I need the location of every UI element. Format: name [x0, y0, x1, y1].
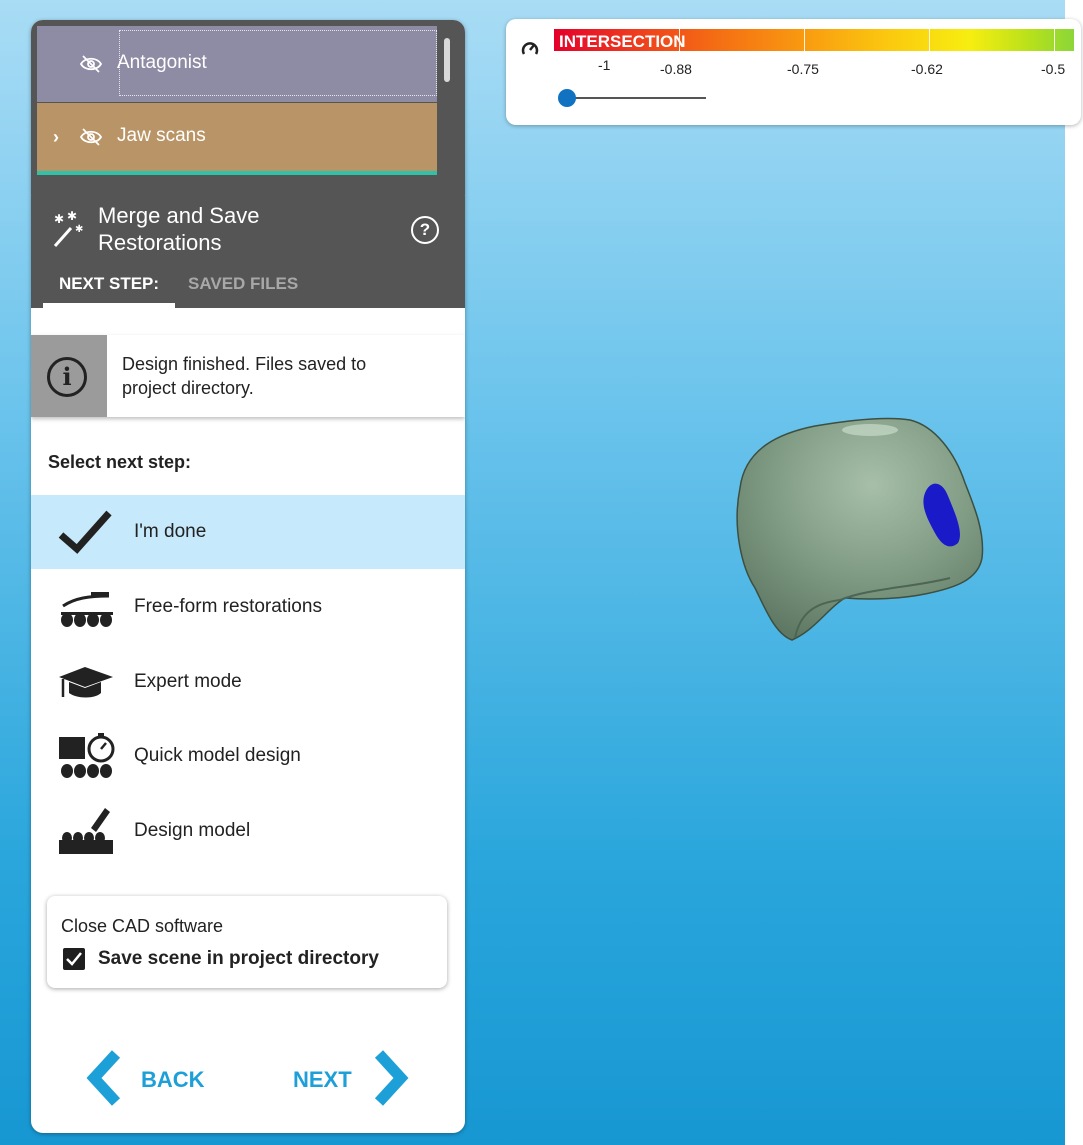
layer-label: Antagonist — [117, 52, 207, 73]
info-icon-background: i — [31, 335, 107, 417]
chevron-right-icon — [374, 1050, 409, 1106]
step-title-line: Restorations — [98, 230, 222, 255]
stopwatch-model-icon — [59, 733, 115, 778]
pen-model-icon — [59, 808, 113, 854]
save-scene-checkbox[interactable] — [63, 948, 85, 970]
back-label: BACK — [141, 1067, 205, 1092]
active-tab-indicator — [43, 303, 175, 309]
close-cad-card: Close CAD software Save scene in project… — [47, 896, 447, 988]
option-free-form-restorations[interactable]: Free-form restorations — [31, 570, 465, 644]
step-header: ✱ ✱ ✱ Merge and Save Restorations ? NEXT… — [31, 184, 465, 308]
step-title-line: Merge and Save — [98, 203, 260, 228]
close-cad-title: Close CAD software — [61, 916, 224, 936]
info-message: i Design finished. Files saved to projec… — [31, 335, 465, 417]
svg-text:✱: ✱ — [75, 224, 83, 235]
threshold-slider-handle[interactable] — [558, 89, 576, 107]
option-label: Design model — [134, 820, 251, 841]
save-scene-label[interactable]: Save scene in project directory — [98, 948, 379, 970]
help-icon[interactable]: ? — [411, 216, 439, 244]
option-design-model[interactable]: Design model — [31, 794, 465, 868]
threshold-slider-track[interactable] — [566, 97, 706, 99]
next-label: NEXT — [293, 1067, 352, 1092]
option-label: I'm done — [134, 521, 207, 542]
tick-label: -0.62 — [911, 61, 943, 77]
tick-label: -1 — [598, 57, 611, 73]
svg-text:✱: ✱ — [67, 210, 77, 223]
info-text: Design finished. Files saved to project … — [122, 354, 367, 398]
layer-item-antagonist[interactable]: Antagonist — [37, 26, 437, 102]
gauge-icon — [521, 42, 539, 55]
svg-text:✱: ✱ — [54, 212, 64, 226]
magic-wand-icon: ✱ ✱ ✱ — [53, 210, 83, 247]
step-title: Merge and Save Restorations — [98, 202, 259, 256]
chevron-right-icon[interactable]: › — [53, 127, 59, 148]
tick-label: -0.88 — [660, 61, 692, 77]
next-step-heading: Select next step: — [48, 452, 192, 472]
checkmark-icon — [58, 510, 112, 554]
layer-item-jaw-scans[interactable]: › Jaw scans — [37, 103, 437, 175]
layer-label: Jaw scans — [117, 125, 206, 146]
scale-divider — [1054, 29, 1055, 51]
checkmark-icon — [66, 952, 82, 966]
option-label: Quick model design — [134, 745, 301, 766]
eye-hidden-icon[interactable] — [79, 127, 103, 147]
option-expert-mode[interactable]: Expert mode — [31, 645, 465, 719]
window-edge — [1065, 0, 1083, 1145]
eye-hidden-icon[interactable] — [79, 54, 103, 74]
option-label: Expert mode — [134, 671, 242, 692]
chevron-left-icon — [86, 1050, 121, 1106]
layer-list-scrollbar[interactable] — [444, 38, 450, 82]
tick-label: -0.5 — [1041, 61, 1066, 77]
scale-title: INTERSECTION — [559, 32, 686, 51]
option-label: Free-form restorations — [134, 596, 322, 617]
info-icon: i — [47, 357, 87, 397]
tooth-restoration-model[interactable] — [720, 408, 1000, 658]
scale-divider — [929, 29, 930, 51]
option-quick-model-design[interactable]: Quick model design — [31, 719, 465, 793]
freeform-teeth-icon — [61, 592, 113, 627]
next-button[interactable]: NEXT — [293, 1050, 433, 1106]
scale-divider — [804, 29, 805, 51]
layer-list: Antagonist › Jaw scans — [31, 20, 465, 195]
option-im-done[interactable]: I'm done — [31, 495, 465, 569]
workflow-panel: Antagonist › Jaw scans ✱ ✱ ✱ Merge and S… — [31, 20, 465, 1133]
tab-saved-files[interactable]: SAVED FILES — [188, 274, 298, 294]
graduation-cap-icon — [59, 667, 113, 698]
back-button[interactable]: BACK — [86, 1050, 226, 1106]
intersection-scale: INTERSECTION -1 -0.88 -0.75 -0.62 -0.5 — [506, 19, 1081, 125]
tick-label: -0.75 — [787, 61, 819, 77]
